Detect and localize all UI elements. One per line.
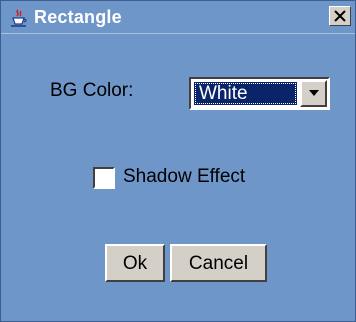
rectangle-dialog: Rectangle BG Color: White Shadow Effect [0,0,356,322]
bg-color-dropdown-button[interactable] [300,80,327,107]
ok-button[interactable]: Ok [105,244,165,282]
bg-color-selected-value[interactable]: White [194,82,297,105]
dialog-content: BG Color: White Shadow Effect Ok Cancel [1,34,355,321]
java-cup-icon [9,9,29,29]
bg-color-select[interactable]: White [189,77,330,110]
shadow-effect-checkbox[interactable] [93,167,115,189]
cancel-button[interactable]: Cancel [170,244,267,282]
bg-color-label: BG Color: [50,80,134,101]
shadow-effect-label[interactable]: Shadow Effect [123,166,245,188]
close-button[interactable] [329,6,351,26]
window-title: Rectangle [34,7,122,27]
title-bar[interactable]: Rectangle [1,1,355,34]
